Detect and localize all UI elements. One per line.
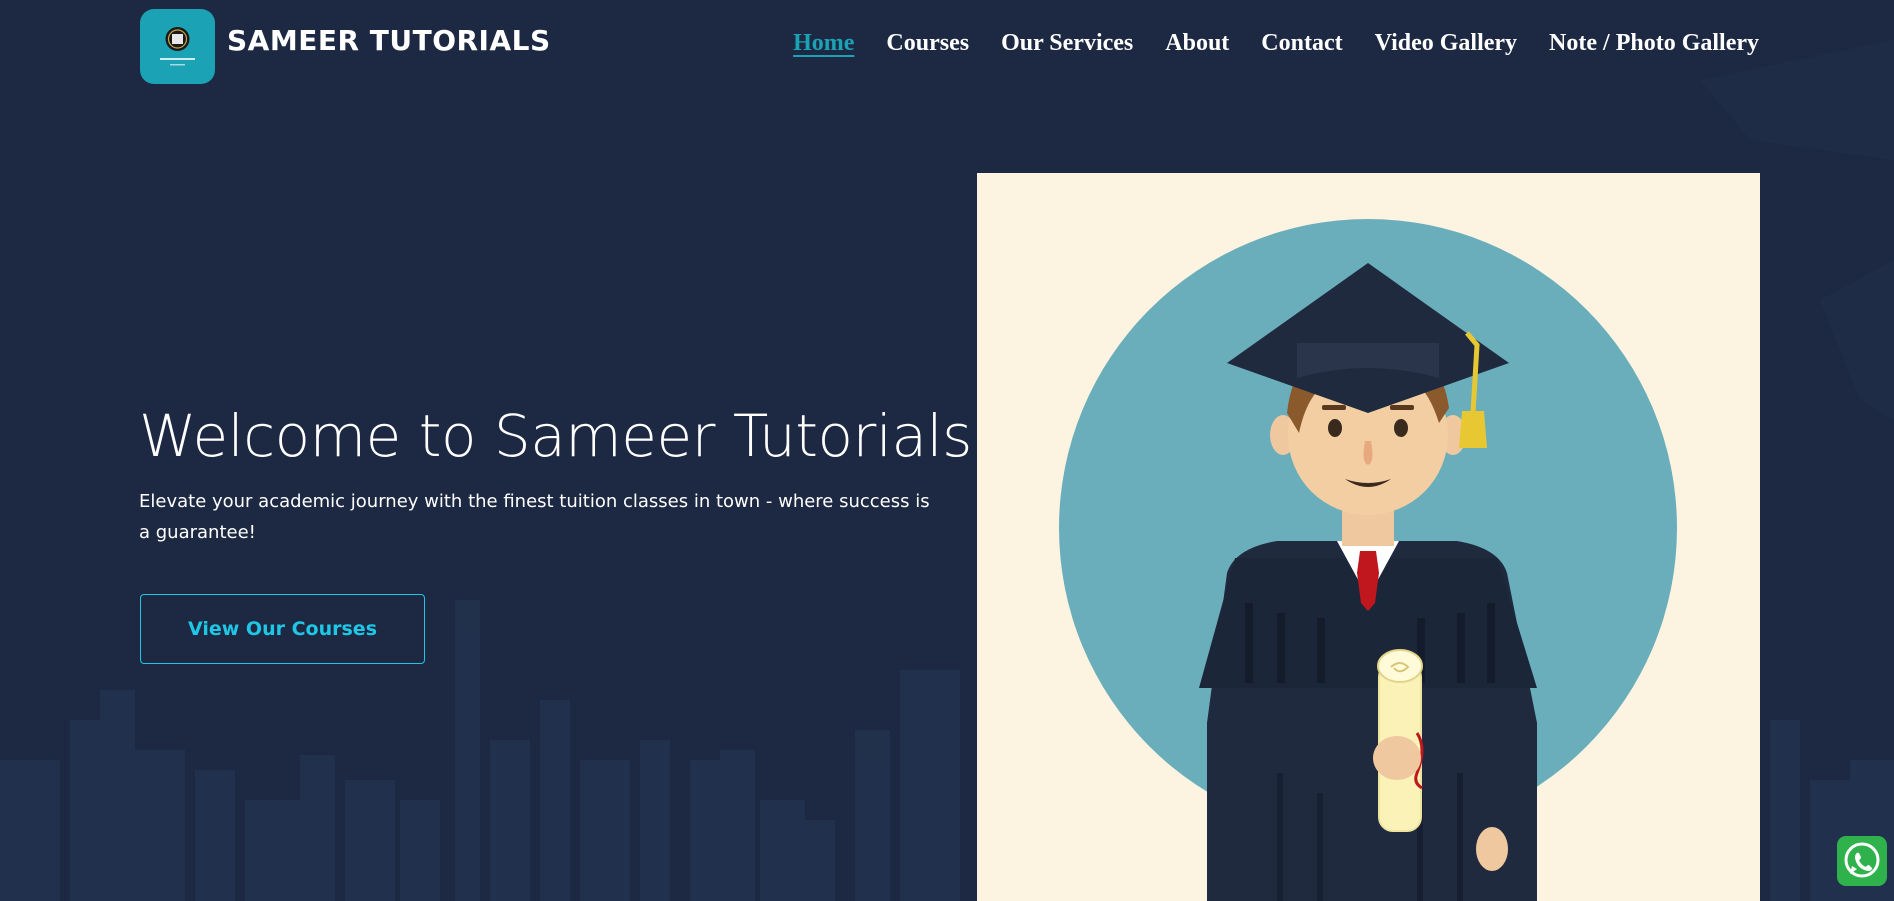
hero-illustration (977, 173, 1760, 901)
graduate-student-illustration-icon (1059, 219, 1677, 901)
nav-link-home[interactable]: Home (793, 30, 854, 57)
logo-emblem-icon (160, 27, 195, 66)
view-courses-button[interactable]: View Our Courses (140, 594, 425, 664)
hero-title: Welcome to Sameer Tutorials! (139, 402, 995, 470)
whatsapp-icon (1844, 842, 1880, 878)
nav-link-note-photo-gallery[interactable]: Note / Photo Gallery (1549, 30, 1759, 57)
nav-link-courses[interactable]: Courses (886, 30, 969, 57)
hero-subtitle: Elevate your academic journey with the f… (139, 491, 930, 543)
sameer-tutorials-logo-icon[interactable] (140, 9, 215, 84)
brand-name[interactable]: SAMEER TUTORIALS (227, 24, 551, 57)
nav-link-contact[interactable]: Contact (1261, 30, 1342, 57)
nav-link-about[interactable]: About (1165, 30, 1229, 57)
site-header: SAMEER TUTORIALS Home Courses Our Servic… (0, 0, 1894, 100)
whatsapp-button[interactable] (1837, 836, 1887, 886)
nav-link-video-gallery[interactable]: Video Gallery (1375, 30, 1517, 57)
nav-link-our-services[interactable]: Our Services (1001, 30, 1133, 57)
main-nav: Home Courses Our Services About Contact … (793, 30, 1759, 57)
